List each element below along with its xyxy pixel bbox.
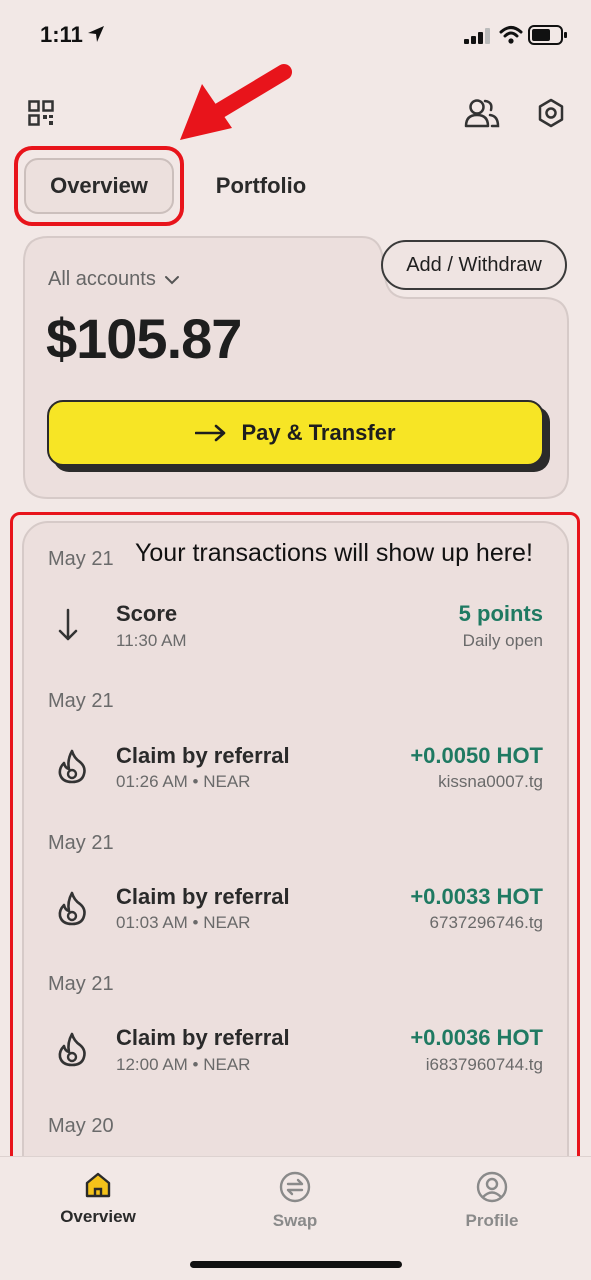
nav-item-profile[interactable]: Profile xyxy=(422,1171,562,1231)
home-indicator xyxy=(190,1261,402,1268)
profile-icon xyxy=(476,1171,508,1203)
location-arrow-icon xyxy=(88,26,104,42)
total-balance: $105.87 xyxy=(46,307,242,370)
account-selector[interactable]: All accounts xyxy=(48,268,180,291)
nav-label: Swap xyxy=(272,1211,318,1230)
tab-portfolio[interactable]: Portfolio xyxy=(196,158,326,214)
swap-icon xyxy=(279,1171,311,1203)
annotation-highlight-box xyxy=(14,146,184,226)
annotation-highlight-box xyxy=(10,512,580,1169)
cellular-signal-icon xyxy=(464,28,490,44)
contacts-icon[interactable] xyxy=(464,97,500,129)
nav-item-overview[interactable]: Overview xyxy=(28,1171,168,1227)
account-selector-label: All accounts xyxy=(48,268,156,290)
arrow-right-icon xyxy=(195,424,226,442)
annotation-hint-text: Your transactions will show up here! xyxy=(135,539,533,567)
nav-item-swap[interactable]: Swap xyxy=(225,1171,365,1231)
nav-label: Profile xyxy=(465,1211,519,1230)
annotation-arrow xyxy=(180,64,292,140)
home-icon xyxy=(85,1172,111,1198)
add-withdraw-button[interactable]: Add / Withdraw xyxy=(381,240,567,290)
status-time: 1:11 xyxy=(40,22,83,47)
pay-transfer-button[interactable]: Pay & Transfer xyxy=(47,400,544,466)
add-withdraw-label: Add / Withdraw xyxy=(406,253,542,276)
settings-icon[interactable] xyxy=(537,98,565,128)
battery-icon xyxy=(528,25,567,45)
tab-label: Portfolio xyxy=(215,173,307,198)
wifi-icon xyxy=(499,26,523,44)
nav-label: Overview xyxy=(60,1207,136,1226)
qr-code-icon[interactable] xyxy=(28,100,54,126)
pay-transfer-label: Pay & Transfer xyxy=(241,420,396,445)
chevron-down-icon xyxy=(164,275,179,284)
